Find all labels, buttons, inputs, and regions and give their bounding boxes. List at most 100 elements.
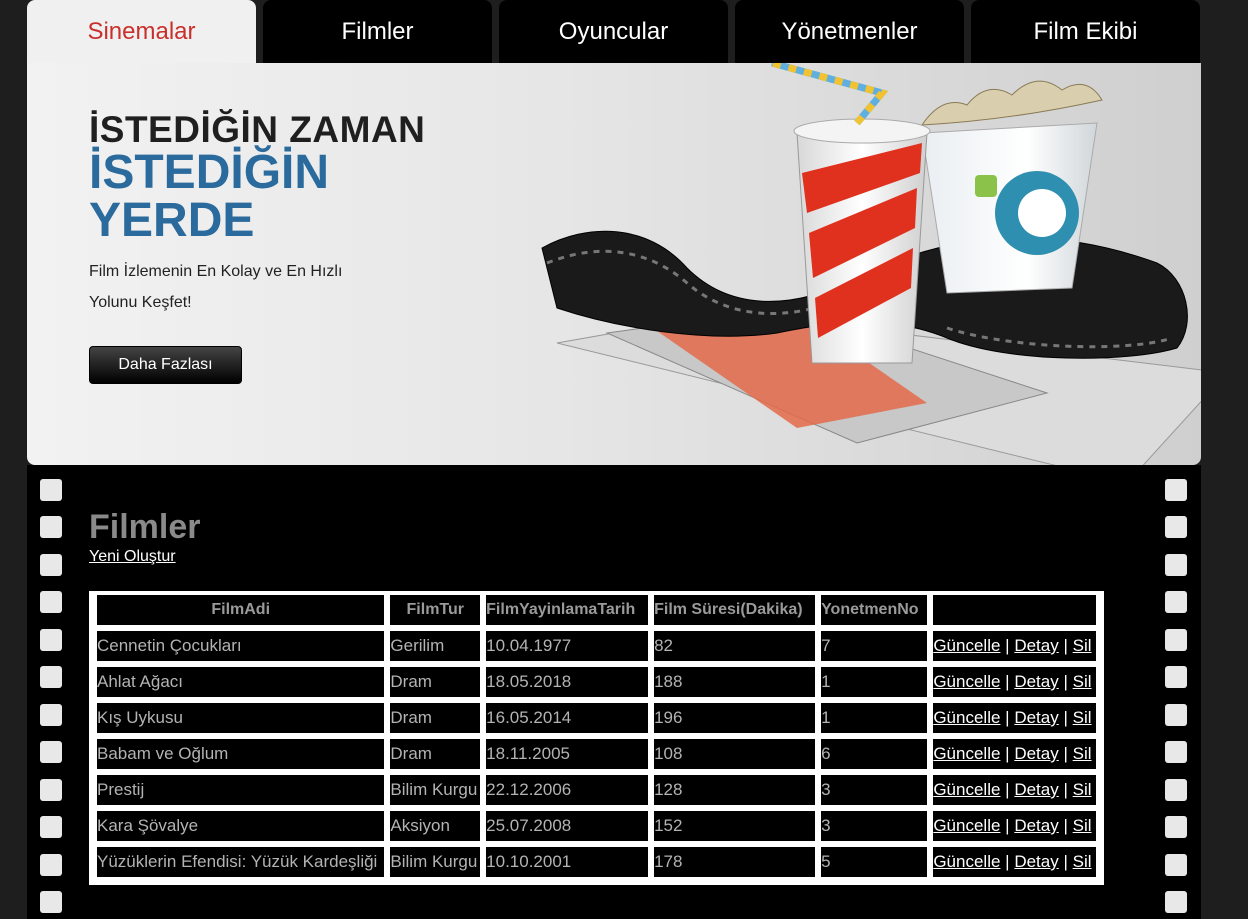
cell-tarih: 16.05.2014 <box>486 703 649 733</box>
delete-link[interactable]: Sil <box>1073 816 1092 835</box>
cell-tur: Aksiyon <box>390 811 481 841</box>
cell-yonetmen: 3 <box>821 775 928 805</box>
cell-tur: Dram <box>390 667 481 697</box>
cell-sure: 82 <box>654 631 816 661</box>
cell-yonetmen: 5 <box>821 847 928 877</box>
sprocket-hole <box>40 516 62 538</box>
update-link[interactable]: Güncelle <box>933 672 1000 691</box>
sprocket-hole <box>40 816 62 838</box>
cell-tarih: 25.07.2008 <box>486 811 649 841</box>
detail-link[interactable]: Detay <box>1014 672 1058 691</box>
delete-link[interactable]: Sil <box>1073 636 1092 655</box>
tab-sinemalar[interactable]: Sinemalar <box>27 0 256 63</box>
update-link[interactable]: Güncelle <box>933 852 1000 871</box>
tab-oyuncular[interactable]: Oyuncular <box>499 0 728 63</box>
cell-ad: Cennetin Çocukları <box>97 631 385 661</box>
cell-yonetmen: 7 <box>821 631 928 661</box>
sprocket-hole <box>1165 854 1187 876</box>
delete-link[interactable]: Sil <box>1073 780 1092 799</box>
separator: | <box>1005 744 1010 763</box>
cell-tarih: 10.10.2001 <box>486 847 649 877</box>
row-actions: Güncelle | Detay | Sil <box>933 739 1096 769</box>
create-new-link[interactable]: Yeni Oluştur <box>89 548 176 566</box>
sprocket-hole <box>40 704 62 726</box>
sprocket-hole <box>1165 891 1187 913</box>
detail-link[interactable]: Detay <box>1014 636 1058 655</box>
row-actions: Güncelle | Detay | Sil <box>933 703 1096 733</box>
row-actions: Güncelle | Detay | Sil <box>933 775 1096 805</box>
sprocket-hole <box>40 779 62 801</box>
separator: | <box>1063 780 1068 799</box>
delete-link[interactable]: Sil <box>1073 708 1092 727</box>
hero-headline-accent-line1: İSTEDİĞİN <box>89 146 330 199</box>
cell-tarih: 22.12.2006 <box>486 775 649 805</box>
hero-headline-accent: İSTEDİĞİN YERDE <box>89 149 329 245</box>
sprocket-hole <box>1165 516 1187 538</box>
page-title: Filmler <box>89 508 201 546</box>
cell-sure: 128 <box>654 775 816 805</box>
sprocket-hole <box>40 554 62 576</box>
detail-link[interactable]: Detay <box>1014 780 1058 799</box>
row-actions: Güncelle | Detay | Sil <box>933 847 1096 877</box>
tab-film-ekibi[interactable]: Film Ekibi <box>971 0 1200 63</box>
sprocket-hole <box>1165 779 1187 801</box>
sprocket-hole <box>40 479 62 501</box>
films-table: FilmAdi FilmTur FilmYayinlamaTarih Film … <box>91 589 1102 883</box>
cell-sure: 188 <box>654 667 816 697</box>
separator: | <box>1063 852 1068 871</box>
update-link[interactable]: Güncelle <box>933 780 1000 799</box>
cell-tarih: 10.04.1977 <box>486 631 649 661</box>
sprocket-hole <box>1165 479 1187 501</box>
separator: | <box>1063 636 1068 655</box>
sprocket-hole <box>1165 704 1187 726</box>
table-row: Babam ve Oğlum Dram 18.11.2005 108 6 Güncelle… <box>97 739 1096 769</box>
sprocket-hole <box>40 741 62 763</box>
column-header: FilmYayinlamaTarih <box>486 595 649 625</box>
cell-sure: 152 <box>654 811 816 841</box>
row-actions: Güncelle | Detay | Sil <box>933 667 1096 697</box>
update-link[interactable]: Güncelle <box>933 636 1000 655</box>
sprocket-hole <box>40 854 62 876</box>
separator: | <box>1005 780 1010 799</box>
column-header: Film Süresi(Dakika) <box>654 595 816 625</box>
update-link[interactable]: Güncelle <box>933 744 1000 763</box>
column-header: FilmAdi <box>97 595 385 625</box>
more-button[interactable]: Daha Fazlası <box>89 346 242 384</box>
cell-tur: Gerilim <box>390 631 481 661</box>
cell-ad: Prestij <box>97 775 385 805</box>
nav-tabs: Sinemalar Filmler Oyuncular Yönetmenler … <box>27 0 1201 63</box>
table-row: Ahlat Ağacı Dram 18.05.2018 188 1 Güncelle | … <box>97 667 1096 697</box>
delete-link[interactable]: Sil <box>1073 852 1092 871</box>
tab-filmler[interactable]: Filmler <box>263 0 492 63</box>
cell-tarih: 18.11.2005 <box>486 739 649 769</box>
row-actions: Güncelle | Detay | Sil <box>933 811 1096 841</box>
hero-headline-accent-line2: YERDE <box>89 194 255 247</box>
detail-link[interactable]: Detay <box>1014 744 1058 763</box>
sprocket-hole <box>1165 629 1187 651</box>
films-table-container: FilmAdi FilmTur FilmYayinlamaTarih Film … <box>89 591 1104 885</box>
detail-link[interactable]: Detay <box>1014 816 1058 835</box>
cell-ad: Kış Uykusu <box>97 703 385 733</box>
cell-yonetmen: 3 <box>821 811 928 841</box>
update-link[interactable]: Güncelle <box>933 816 1000 835</box>
separator: | <box>1005 708 1010 727</box>
separator: | <box>1063 708 1068 727</box>
tab-yonetmenler[interactable]: Yönetmenler <box>735 0 964 63</box>
table-body: Cennetin Çocukları Gerilim 10.04.1977 82 7 Gü… <box>97 631 1096 877</box>
delete-link[interactable]: Sil <box>1073 672 1092 691</box>
sprocket-hole <box>1165 741 1187 763</box>
sprocket-hole <box>1165 554 1187 576</box>
column-header <box>933 595 1096 625</box>
cell-ad: Kara Şövalye <box>97 811 385 841</box>
cell-ad: Yüzüklerin Efendisi: Yüzük Kardeşliği <box>97 847 385 877</box>
update-link[interactable]: Güncelle <box>933 708 1000 727</box>
row-actions: Güncelle | Detay | Sil <box>933 631 1096 661</box>
detail-link[interactable]: Detay <box>1014 852 1058 871</box>
delete-link[interactable]: Sil <box>1073 744 1092 763</box>
separator: | <box>1005 672 1010 691</box>
cell-sure: 178 <box>654 847 816 877</box>
table-row: Kara Şövalye Aksiyon 25.07.2008 152 3 Güncell… <box>97 811 1096 841</box>
sprocket-hole <box>1165 591 1187 613</box>
detail-link[interactable]: Detay <box>1014 708 1058 727</box>
cell-ad: Babam ve Oğlum <box>97 739 385 769</box>
